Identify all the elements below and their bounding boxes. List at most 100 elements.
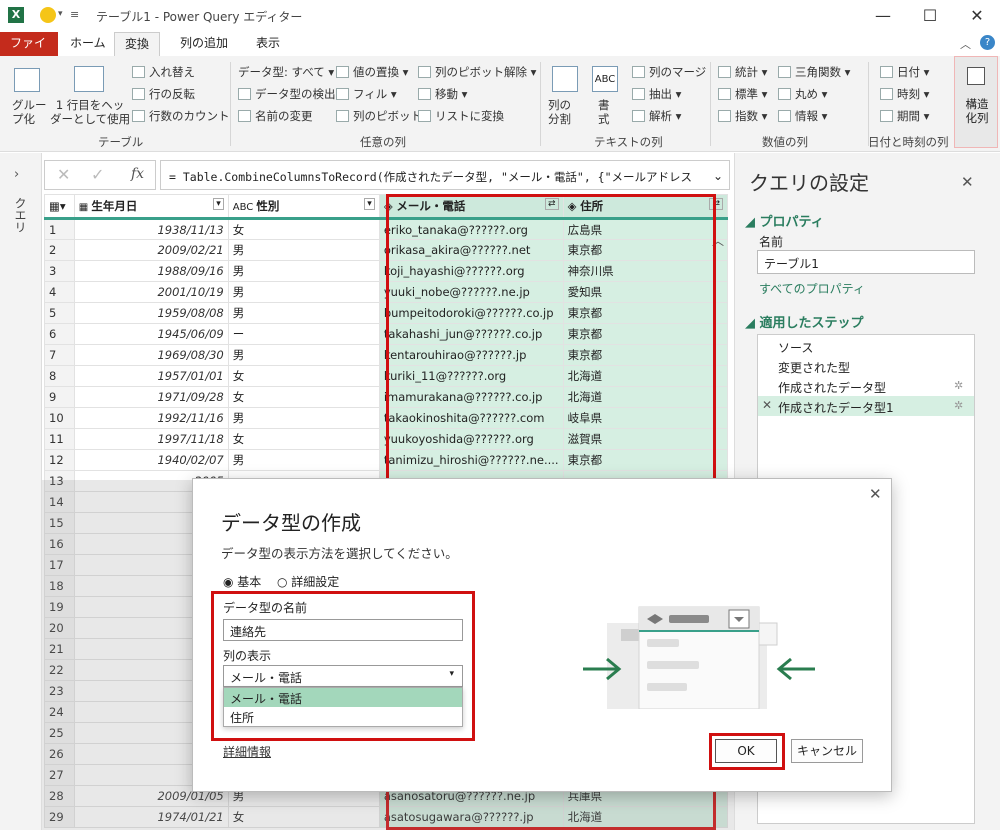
scientific-button[interactable]: 指数 ▾ — [718, 108, 767, 124]
dropdown-arrow-icon[interactable]: ▾ — [58, 9, 63, 19]
learn-more-link[interactable]: 詳細情報 — [223, 743, 271, 760]
minimize-button[interactable]: — — [868, 4, 898, 28]
help-icon[interactable]: ? — [980, 35, 995, 50]
birthdate-cell[interactable]: 1938/11/13 — [73, 218, 229, 240]
time-button[interactable]: 時刻 ▾ — [880, 86, 929, 102]
smiley-icon[interactable] — [40, 7, 56, 23]
rename-button[interactable]: 名前の変更 — [238, 108, 313, 124]
birthdate-cell[interactable]: 1957/01/01 — [73, 365, 229, 387]
gender-cell[interactable]: 男 — [227, 407, 380, 429]
queries-label[interactable]: クエリ — [13, 197, 29, 233]
date-button[interactable]: 日付 ▾ — [880, 64, 929, 80]
illustration-graphic — [583, 606, 815, 710]
gender-cell[interactable]: 男 — [227, 302, 380, 324]
delete-step-icon[interactable]: ✕ — [762, 398, 772, 412]
all-properties-link[interactable]: すべてのプロパティ — [759, 280, 865, 297]
cancel-button[interactable]: キャンセル — [791, 739, 863, 763]
unpivot-button[interactable]: 列のピボット解除 ▾ — [418, 64, 536, 80]
step-item-selected[interactable]: ✕ 作成されたデータ型1 ✲ — [758, 396, 974, 416]
detect-data-type-button[interactable]: データ型の検出 — [238, 86, 336, 102]
tab-transform[interactable]: 変換 — [114, 32, 161, 56]
applied-steps-header[interactable]: ◢ 適用したステップ — [745, 312, 864, 331]
tab-add-column[interactable]: 列の追加 — [170, 32, 238, 56]
confirm-formula-icon[interactable]: ✓ — [91, 165, 104, 184]
gender-cell[interactable]: 女 — [227, 218, 380, 240]
gender-cell[interactable]: 男 — [227, 260, 380, 282]
customize-qat-icon[interactable]: ≡ — [70, 8, 79, 21]
parse-button[interactable]: 解析 ▾ — [632, 108, 681, 124]
gender-cell[interactable]: 男 — [227, 344, 380, 366]
birthdate-cell[interactable]: 1940/02/07 — [73, 449, 229, 471]
radio-advanced[interactable]: ○ 詳細設定 — [277, 573, 339, 590]
move-button[interactable]: 移動 ▾ — [418, 86, 467, 102]
birthdate-cell[interactable]: 2001/10/19 — [73, 281, 229, 303]
statistics-button[interactable]: 統計 ▾ — [718, 64, 767, 80]
transpose-button[interactable]: 入れ替え — [132, 64, 195, 80]
expand-formula-icon[interactable]: ⌄ — [713, 169, 723, 183]
step-item[interactable]: 作成されたデータ型 — [778, 379, 886, 396]
gear-icon[interactable]: ✲ — [954, 399, 963, 412]
count-rows-button[interactable]: 行数のカウント — [132, 108, 230, 124]
birthdate-cell[interactable]: 1971/09/28 — [73, 386, 229, 408]
collapse-ribbon-icon[interactable]: ︿ — [960, 36, 971, 52]
table-menu-cell[interactable]: ▦▾ — [44, 194, 75, 220]
birthdate-cell[interactable]: 1945/06/09 — [73, 323, 229, 345]
rounding-button[interactable]: 丸め ▾ — [778, 86, 827, 102]
gender-cell[interactable]: 女 — [227, 365, 380, 387]
gender-cell[interactable]: 女 — [227, 386, 380, 408]
tab-file[interactable]: ファイル — [0, 32, 58, 72]
group-by-button[interactable]: グルー プ化 — [12, 98, 47, 126]
cancel-formula-icon[interactable]: ✕ — [57, 165, 70, 184]
extract-button[interactable]: 抽出 ▾ — [632, 86, 681, 102]
filter-dropdown-icon[interactable]: ▾ — [364, 198, 375, 210]
close-pane-icon[interactable]: ✕ — [961, 173, 974, 191]
birthdate-cell[interactable]: 1969/08/30 — [73, 344, 229, 366]
filter-dropdown-icon[interactable]: ▾ — [213, 198, 224, 210]
gender-cell[interactable]: ー — [227, 323, 380, 345]
birthdate-cell[interactable]: 1992/11/16 — [73, 407, 229, 429]
gender-cell[interactable]: 男 — [227, 449, 380, 471]
information-button[interactable]: 情報 ▾ — [778, 108, 827, 124]
birthdate-cell[interactable]: 1988/09/16 — [73, 260, 229, 282]
close-window-button[interactable]: ✕ — [962, 4, 992, 28]
tab-view[interactable]: 表示 — [246, 32, 290, 56]
birthdate-cell[interactable]: 1959/08/08 — [73, 302, 229, 324]
gear-icon[interactable]: ✲ — [954, 379, 963, 392]
birthdate-cell[interactable]: 1997/11/18 — [73, 428, 229, 450]
gender-cell[interactable]: 男 — [227, 239, 380, 261]
step-item[interactable]: ソース — [778, 339, 813, 356]
gender-cell[interactable]: 女 — [227, 428, 380, 450]
standard-button[interactable]: 標準 ▾ — [718, 86, 767, 102]
structured-column-button[interactable]: 構造 化列 — [954, 56, 998, 148]
convert-to-list-button[interactable]: リストに変換 — [418, 108, 504, 124]
merge-columns-button[interactable]: 列のマージ — [632, 64, 706, 80]
pivot-column-button[interactable]: 列のピボット — [336, 108, 422, 124]
trigonometry-button[interactable]: 三角関数 ▾ — [778, 64, 850, 80]
tab-home[interactable]: ホーム — [60, 32, 116, 56]
reverse-rows-button[interactable]: 行の反転 — [132, 86, 195, 102]
maximize-button[interactable]: ☐ — [915, 4, 945, 28]
use-first-row-as-header-button[interactable]: 1 行目をヘッ ダーとして使用 — [50, 98, 130, 126]
split-column-button[interactable]: 列の 分割 — [548, 98, 571, 126]
column-header-gender[interactable]: ABC 性別 ▾ — [227, 194, 380, 220]
replace-values-button[interactable]: 値の置換 ▾ — [336, 64, 408, 80]
dialog-title: データ型の作成 — [221, 511, 361, 535]
properties-header[interactable]: ◢ プロパティ — [745, 211, 824, 230]
close-dialog-icon[interactable]: ✕ — [869, 485, 882, 503]
standard-icon — [718, 88, 731, 100]
collapse-triangle-icon: ◢ — [745, 316, 760, 331]
expand-chevron-icon[interactable]: › — [14, 167, 19, 182]
step-item[interactable]: 変更された型 — [778, 359, 850, 376]
column-header-birthdate[interactable]: ▦ 生年月日 ▾ — [73, 194, 229, 220]
gender-cell[interactable]: 男 — [227, 281, 380, 303]
fx-icon[interactable]: fx — [131, 166, 144, 182]
birthdate-cell[interactable]: 2009/02/21 — [73, 239, 229, 261]
format-button[interactable]: 書 式 — [598, 98, 610, 126]
duration-button[interactable]: 期間 ▾ — [880, 108, 929, 124]
radio-basic[interactable]: ◉ 基本 — [223, 573, 261, 590]
fill-button[interactable]: フィル ▾ — [336, 86, 397, 102]
query-name-input[interactable]: テーブル1 — [757, 250, 975, 274]
formula-input[interactable]: = Table.CombineColumnsToRecord(作成されたデータ型… — [160, 160, 730, 190]
replace-icon — [336, 66, 349, 78]
data-type-dropdown[interactable]: データ型: すべて ▾ — [238, 64, 334, 80]
